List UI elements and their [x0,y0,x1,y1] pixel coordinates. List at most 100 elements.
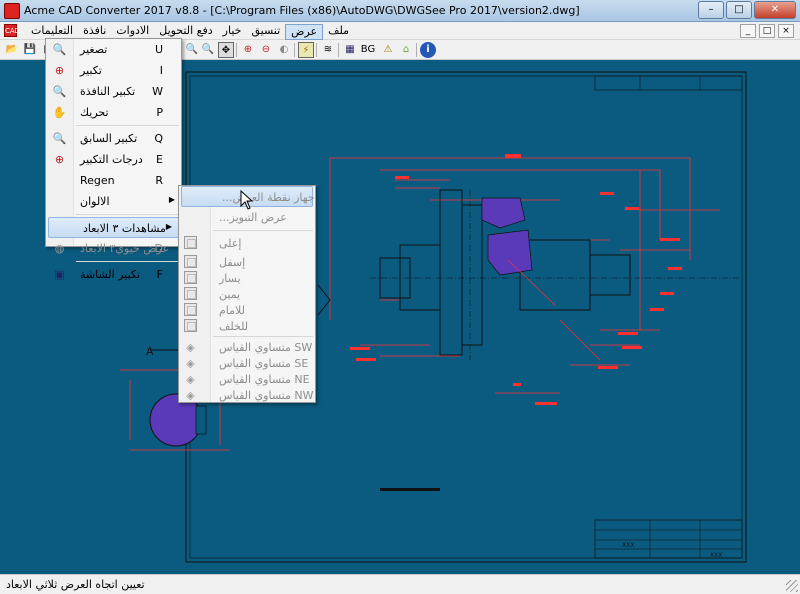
menu-item-shortcut: F [156,268,163,281]
view-menu: 🔍 تصغير U ⊕ تكبير I 🔍 تكبير النافذة W ✋ … [45,38,182,281]
menu-item-label: درجات التكبير [80,153,143,166]
menu-item-shortcut: R [155,174,163,187]
menu-item-label: ...عرض التبويز [219,211,287,224]
menu-item-zoom-out[interactable]: 🔍 تصغير U [46,39,181,60]
zoom-in-icon: ⊕ [54,64,65,77]
zoom-previous-icon: 🔍 [52,132,67,145]
submenu-item-left[interactable]: يسار [179,270,315,286]
menu-item-regen[interactable]: Regen R [46,170,181,191]
menu-item-shortcut: U [154,43,163,56]
menu-item-label: للخلف [219,320,249,333]
resize-grip-icon[interactable] [786,580,798,592]
menu-item-label: الالوان [80,195,110,208]
menu-item-zoom-extents[interactable]: ⊕ درجات التكبير E [46,149,181,170]
menu-item-shortcut: D [154,242,163,255]
menu-item-shortcut: E [156,153,163,166]
section-label: A [146,345,154,358]
zoom-extents-icon: ⊕ [54,153,65,166]
3d-views-submenu: ...جهاز نقطة العرض ...عرض التبويز إعلى إ… [178,185,316,403]
document-icon[interactable]: CAD [4,24,20,37]
warning-icon[interactable]: ⚠ [380,42,396,58]
zoom-in-toolbar-icon[interactable]: 🔍 [184,42,200,58]
menu-item-label: تصغير [80,43,108,56]
zoom-previous-toolbar-icon[interactable]: ⊖ [258,42,274,58]
zoom-out-icon: 🔍 [52,43,67,56]
isometric-nw-icon: ◈ [186,389,195,402]
menu-item-label: يسار [219,272,241,285]
menu-item-shortcut: Q [154,132,163,145]
title-block-label-2: XXX [710,552,722,559]
submenu-item-bottom[interactable]: إسفل [179,254,315,270]
save-icon[interactable]: 💾 [22,42,38,58]
status-bar: تعيين اتجاه العرض ثلاثي الابعاد [0,574,800,594]
menu-item-label: متساوي القياس NW [219,389,314,402]
menu-item-label: متساوي القياس SE [219,357,309,370]
menu-item-label: إعلى [219,237,242,250]
submenu-item-back[interactable]: للخلف [179,318,315,334]
menu-item-shortcut: P [156,106,163,119]
status-text: تعيين اتجاه العرض ثلاثي الابعاد [6,578,145,591]
close-button[interactable]: ✕ [754,1,796,19]
zoom-extents-toolbar-icon[interactable]: ⊕ [240,42,256,58]
layers-icon[interactable]: ≋ [320,42,336,58]
menu-item-colors[interactable]: الالوان ▶ [46,191,181,212]
cube-bottom-icon [183,255,198,270]
menu-item-pan[interactable]: ✋ تحريك P [46,102,181,123]
submenu-item-top[interactable]: إعلى [179,233,315,254]
submenu-arrow-icon: ▶ [168,195,175,204]
mdi-restore-button[interactable]: □ [759,24,775,38]
menu-item-zoom-previous[interactable]: 🔍 تكبير السابق Q [46,128,181,149]
home-icon[interactable]: ⌂ [398,42,414,58]
zoom-window-icon: 🔍 [52,85,67,98]
mouse-cursor-icon [240,190,254,210]
background-color-button[interactable]: BG [358,42,378,58]
menu-item-label: إسفل [219,256,246,269]
fullscreen-icon: ▣ [54,268,65,281]
submenu-item-view-direction[interactable]: ...عرض التبويز [179,207,315,228]
cube-right-icon [183,287,198,302]
maximize-button[interactable]: □ [726,1,752,19]
menu-item-shortcut: I [159,64,163,77]
menu-item-label: مشاهدات ٣ الابعاد [83,222,166,235]
menu-item-fullscreen[interactable]: ▣ تكبير الشاشة F [46,264,181,285]
menu-item-label: متساوي القياس NE [219,373,310,386]
pan-toolbar-icon[interactable]: ✥ [218,42,234,58]
menu-format[interactable]: تنسيق [246,24,285,40]
menu-item-label: تكبير النافذة [80,85,136,98]
measure-icon[interactable]: ⚡ [298,42,314,58]
mdi-close-button[interactable]: × [778,24,794,38]
isometric-ne-icon: ◈ [186,373,195,386]
menu-item-3d-orbit[interactable]: ◍ عرض حيوي٣ الابعاد D [46,238,181,259]
orbit-toolbar-icon[interactable]: ◐ [276,42,292,58]
menu-item-shortcut: W [152,85,163,98]
submenu-item-front[interactable]: للامام [179,302,315,318]
open-icon[interactable]: 📂 [4,42,20,58]
menu-item-label: يمين [219,288,241,301]
submenu-item-iso-ne[interactable]: ◈ متساوي القياس NE [179,371,315,387]
menu-item-3d-views[interactable]: مشاهدات ٣ الابعاد ▶ [48,217,179,238]
menu-item-label: Regen [80,174,115,187]
menu-view[interactable]: عرض [285,24,324,40]
submenu-item-right[interactable]: يمين [179,286,315,302]
menu-item-zoom-in[interactable]: ⊕ تكبير I [46,60,181,81]
info-icon[interactable]: i [420,42,436,58]
menu-file[interactable]: ملف [323,24,354,40]
submenu-item-iso-nw[interactable]: ◈ متساوي القياس NW [179,387,315,403]
submenu-arrow-icon: ▶ [165,222,172,231]
cube-back-icon [183,319,198,334]
app-icon [4,3,20,19]
submenu-item-iso-se[interactable]: ◈ متساوي القياس SE [179,355,315,371]
menu-item-zoom-window[interactable]: 🔍 تكبير النافذة W [46,81,181,102]
title-bar: Acme CAD Converter 2017 v8.8 - [C:\Progr… [0,0,800,22]
menu-options[interactable]: خيار [218,24,247,40]
cube-left-icon [183,271,198,286]
menu-item-label: تحريك [80,106,109,119]
zoom-window-toolbar-icon[interactable]: 🔍 [200,42,216,58]
minimize-button[interactable]: – [698,1,724,19]
cube-front-icon [183,303,198,318]
mdi-minimize-button[interactable]: _ [740,24,756,38]
fullscreen-toolbar-icon[interactable]: ▦ [342,42,358,58]
window-title: Acme CAD Converter 2017 v8.8 - [C:\Progr… [24,4,580,17]
submenu-item-iso-sw[interactable]: ◈ متساوي القياس SW [179,339,315,355]
menu-item-label: تكبير السابق [80,132,138,145]
